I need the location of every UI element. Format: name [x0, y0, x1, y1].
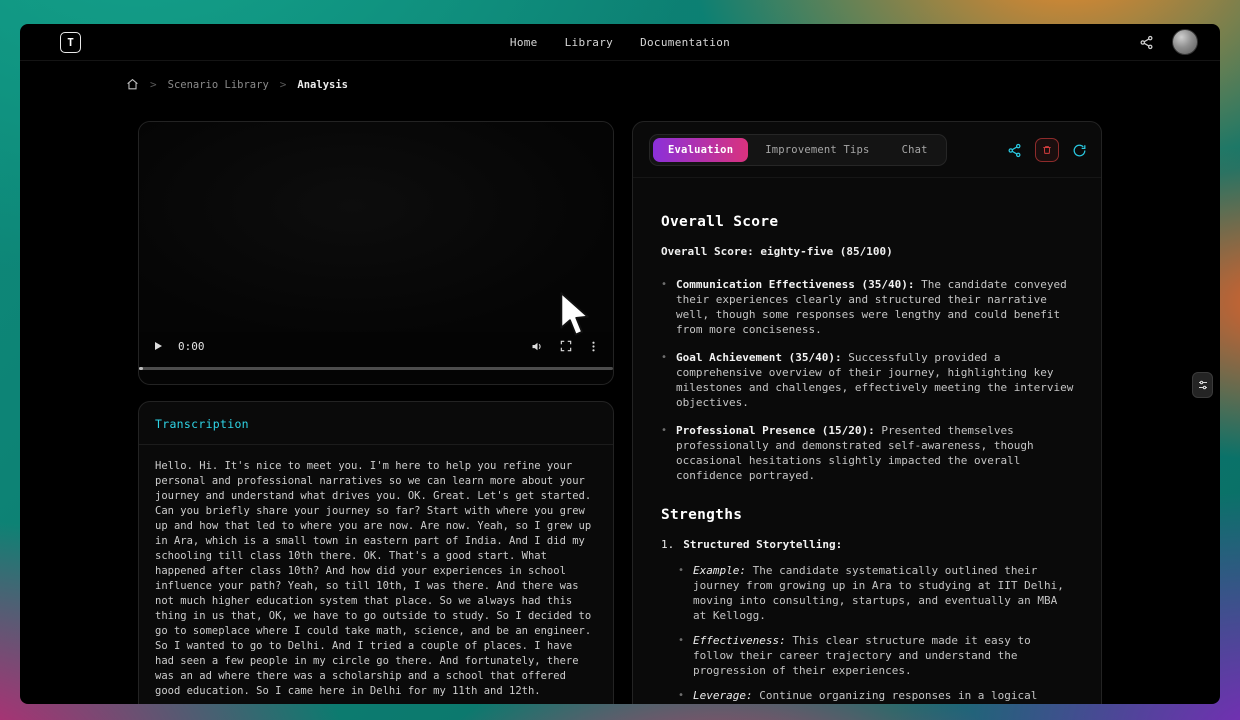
- overall-score-value: Overall Score: eighty-five (85/100): [661, 245, 1077, 258]
- video-player[interactable]: 0:00: [138, 121, 614, 385]
- fullscreen-icon[interactable]: [559, 339, 573, 353]
- metric-label: Professional Presence (15/20):: [676, 424, 875, 437]
- video-time: 0:00: [178, 340, 205, 353]
- tab-evaluation[interactable]: Evaluation: [653, 138, 748, 162]
- strength-point: Example: The candidate systematically ou…: [678, 563, 1077, 623]
- strength-point-label: Effectiveness:: [693, 634, 786, 647]
- volume-icon[interactable]: [530, 339, 545, 354]
- nav-item-home[interactable]: Home: [510, 36, 538, 49]
- top-nav: T Home Library Documentation: [20, 24, 1220, 61]
- strength-point: Leverage: Continue organizing responses …: [678, 688, 1077, 704]
- app-window: T Home Library Documentation > Scenario …: [20, 24, 1220, 704]
- share-icon[interactable]: [1139, 35, 1154, 50]
- strength-point-label: Leverage:: [693, 689, 753, 702]
- metric-item: Communication Effectiveness (35/40): The…: [661, 277, 1077, 337]
- strength-number: 1.: [661, 538, 674, 551]
- metric-label: Communication Effectiveness (35/40):: [676, 278, 914, 291]
- breadcrumb-separator: >: [280, 78, 287, 91]
- video-menu-icon[interactable]: [587, 340, 600, 353]
- transcription-title: Transcription: [139, 402, 613, 445]
- delete-icon[interactable]: [1035, 138, 1059, 162]
- nav-item-library[interactable]: Library: [565, 36, 613, 49]
- evaluation-content: Overall Score Overall Score: eighty-five…: [633, 178, 1101, 704]
- app-logo[interactable]: T: [60, 32, 81, 53]
- metric-item: Professional Presence (15/20): Presented…: [661, 423, 1077, 483]
- overall-score-heading: Overall Score: [661, 214, 1077, 230]
- evaluation-panel: Evaluation Improvement Tips Chat: [632, 121, 1102, 704]
- video-controls: 0:00: [139, 332, 613, 360]
- play-button[interactable]: [152, 340, 164, 352]
- side-panel-toggle[interactable]: [1192, 372, 1213, 398]
- user-avatar[interactable]: [1172, 29, 1198, 55]
- strength-item-title: 1. Structured Storytelling:: [661, 538, 1077, 551]
- strength-point: Effectiveness: This clear structure made…: [678, 633, 1077, 678]
- left-column: 0:00: [138, 121, 614, 704]
- sliders-icon: [1197, 376, 1209, 395]
- breadcrumb: > Scenario Library > Analysis: [126, 78, 1220, 91]
- home-icon[interactable]: [126, 78, 139, 91]
- breadcrumb-item-library[interactable]: Scenario Library: [168, 79, 269, 91]
- tab-improvement-tips[interactable]: Improvement Tips: [750, 138, 884, 162]
- strength-point-label: Example:: [693, 564, 746, 577]
- panel-actions: [1007, 138, 1087, 162]
- metric-item: Goal Achievement (35/40): Successfully p…: [661, 350, 1077, 410]
- panel-tabbar: Evaluation Improvement Tips Chat: [633, 122, 1101, 178]
- nav-right: [1139, 29, 1198, 55]
- strengths-heading: Strengths: [661, 507, 1077, 523]
- breadcrumb-item-analysis: Analysis: [297, 79, 348, 91]
- breadcrumb-separator: >: [150, 78, 157, 91]
- transcription-card: Transcription Hello. Hi. It's nice to me…: [138, 401, 614, 704]
- share-evaluation-icon[interactable]: [1007, 143, 1022, 158]
- strength-point-text: The candidate systematically outlined th…: [693, 564, 1064, 622]
- nav-item-documentation[interactable]: Documentation: [640, 36, 730, 49]
- video-surface[interactable]: [139, 122, 613, 332]
- main-nav: Home Library Documentation: [510, 36, 730, 49]
- strength-title-text: Structured Storytelling:: [683, 538, 842, 551]
- transcription-text: Hello. Hi. It's nice to meet you. I'm he…: [139, 445, 613, 704]
- refresh-icon[interactable]: [1072, 143, 1087, 158]
- tab-chat[interactable]: Chat: [887, 138, 943, 162]
- tab-group: Evaluation Improvement Tips Chat: [649, 134, 947, 166]
- video-seekbar[interactable]: [139, 367, 613, 370]
- main-content: 0:00: [138, 121, 1102, 704]
- metric-label: Goal Achievement (35/40):: [676, 351, 842, 364]
